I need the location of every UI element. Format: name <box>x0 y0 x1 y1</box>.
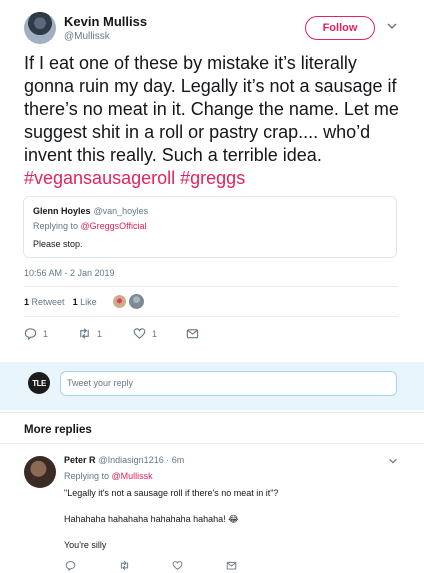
reply-text-line: "Legally it's not a sausage roll if ther… <box>64 488 279 498</box>
reply-icon <box>65 561 76 572</box>
retweet-count: 1 <box>97 328 103 339</box>
quoted-replying-prefix: Replying to <box>33 221 81 231</box>
reply-tweet[interactable]: Peter R @Indiasign1216 · 6m Replying to @… <box>0 444 424 573</box>
tweet-text: If I eat one of these by mistake it’s li… <box>24 52 404 190</box>
message-icon <box>186 329 199 339</box>
tweet-stats: 1 Retweet 1 Like <box>24 297 97 307</box>
quoted-tweet[interactable]: Glenn Hoyles @van_hoyles Replying to @Gre… <box>23 196 397 258</box>
reply-author-handle[interactable]: @Indiasign1216 <box>99 455 164 465</box>
reply-replying-prefix: Replying to <box>64 471 112 481</box>
main-tweet: Kevin Mulliss @Mullissk Follow If I eat … <box>0 0 424 362</box>
more-replies-header: More replies <box>0 412 424 444</box>
likers-avatars <box>112 294 144 309</box>
like-action[interactable] <box>172 558 183 573</box>
caret-down-icon[interactable] <box>388 456 398 466</box>
follow-button[interactable]: Follow <box>305 16 375 40</box>
tweet-body: If I eat one of these by mistake it’s li… <box>24 53 399 165</box>
reply-composer: TLE Tweet your reply <box>0 362 424 410</box>
liker-avatar[interactable] <box>112 294 127 309</box>
author-avatar[interactable] <box>24 12 56 44</box>
quoted-author: Glenn Hoyles @van_hoyles <box>33 206 148 216</box>
reply-actions <box>0 558 424 572</box>
author-handle[interactable]: @Mullissk <box>64 31 110 42</box>
reply-action[interactable] <box>65 558 76 573</box>
like-count: 1 <box>152 328 158 339</box>
reply-author-name[interactable]: Peter R <box>64 455 96 465</box>
reply-icon <box>24 328 37 340</box>
dm-action[interactable] <box>226 558 237 573</box>
retweet-icon <box>120 561 129 570</box>
quoted-handle: @van_hoyles <box>93 206 149 216</box>
likes-label: Like <box>80 297 97 307</box>
hashtag-link[interactable]: #vegansausageroll <box>24 168 175 188</box>
dm-action[interactable] <box>186 327 199 340</box>
reply-text-line: Hahahaha hahahaha hahahaha hahaha! 😂 <box>64 514 239 524</box>
message-icon <box>226 561 237 570</box>
retweets-label: Retweet <box>31 297 65 307</box>
retweets-count: 1 <box>24 297 30 307</box>
reply-text-line: You're silly <box>64 540 107 550</box>
reply-count: 1 <box>43 328 49 339</box>
divider <box>24 316 398 317</box>
reply-action[interactable]: 1 <box>24 327 48 340</box>
reply-input[interactable]: Tweet your reply <box>60 371 397 396</box>
caret-down-icon[interactable] <box>386 20 398 32</box>
quoted-name: Glenn Hoyles <box>33 206 91 216</box>
retweets-stat[interactable]: 1 Retweet <box>24 297 65 307</box>
reply-time[interactable]: · 6m <box>166 455 184 465</box>
author-name[interactable]: Kevin Mulliss <box>64 14 147 29</box>
more-replies-title: More replies <box>24 424 92 436</box>
divider <box>24 286 398 287</box>
quoted-mention[interactable]: @GreggsOfficial <box>81 221 147 231</box>
reply-author-avatar[interactable] <box>24 456 56 488</box>
quoted-text: Please stop. <box>33 239 83 249</box>
tweet-actions: 1 1 1 <box>0 327 424 345</box>
like-action[interactable]: 1 <box>133 327 157 340</box>
hashtag-link[interactable]: #greggs <box>180 168 245 188</box>
reply-author: Peter R @Indiasign1216 · 6m <box>64 455 184 465</box>
likes-stat[interactable]: 1 Like <box>73 297 97 307</box>
retweet-icon <box>80 328 89 339</box>
reply-replying-to: Replying to @Mullissk <box>64 471 153 481</box>
heart-icon <box>133 328 146 339</box>
quoted-replying-to: Replying to @GreggsOfficial <box>33 221 147 231</box>
retweet-action[interactable]: 1 <box>78 327 102 340</box>
reply-mention[interactable]: @Mullissk <box>112 471 153 481</box>
liker-avatar[interactable] <box>129 294 144 309</box>
heart-icon <box>172 561 183 571</box>
likes-count: 1 <box>72 297 78 307</box>
tweet-timestamp[interactable]: 10:56 AM - 2 Jan 2019 <box>24 268 115 278</box>
user-avatar[interactable]: TLE <box>28 372 50 394</box>
retweet-action[interactable] <box>119 558 130 573</box>
